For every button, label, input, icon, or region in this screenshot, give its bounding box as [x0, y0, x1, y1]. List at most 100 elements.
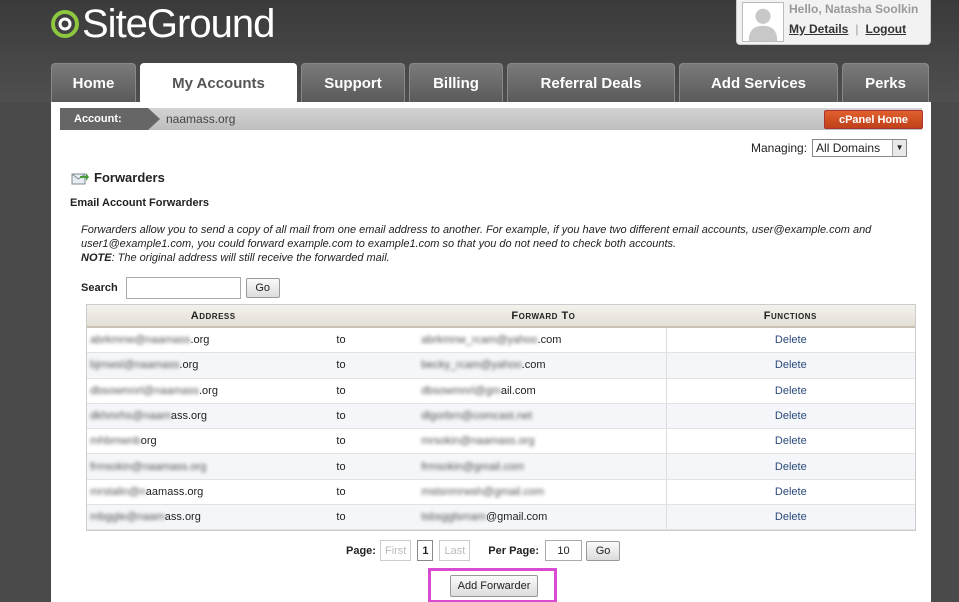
- destination-visible: .com: [521, 359, 546, 372]
- header-functions: Functions: [763, 309, 817, 322]
- tab-my-accounts[interactable]: My Accounts: [140, 63, 297, 102]
- table-header: Address Forward To Functions: [87, 305, 915, 328]
- table-row: dbsowmnrl@naamass.org to dbsowmnrl@gmail.c…: [87, 378, 915, 404]
- table-body: abrkmnw@naamass .org to abrkmnw_rcam@yahoo.…: [87, 328, 915, 531]
- table-row: dkhmrhs@naamass.org to dlgorbrn@comcast.ne…: [87, 403, 915, 430]
- tab-add-services[interactable]: Add Services: [679, 63, 838, 102]
- table-row: mbggle@naamass.org to tsbsgglsmam@gmail.co…: [87, 505, 915, 531]
- delete-link[interactable]: Delete: [775, 334, 807, 346]
- account-bar: Account: naamass.org: [60, 108, 922, 130]
- destination-redacted: tsbsgglsmam: [421, 511, 486, 524]
- forwarder-address: dbsowmnrl@naamass.org: [87, 385, 336, 397]
- table-row: mrstalin@naamass.org to mstsnmrwsh@gmail.c…: [87, 479, 915, 506]
- address-visible: org: [140, 435, 157, 448]
- tab-perks[interactable]: Perks: [842, 63, 929, 102]
- managing-selected-value: All Domains: [816, 141, 881, 155]
- destination-visible: @gmail.com: [486, 511, 548, 524]
- tab-support[interactable]: Support: [301, 63, 405, 102]
- to-label: to: [336, 384, 346, 397]
- forward-destination: mstsnmrwsh@gmail.com: [421, 486, 665, 498]
- address-redacted: frmsokin@naamass.org: [90, 460, 207, 473]
- logout-link[interactable]: Logout: [865, 22, 906, 36]
- delete-link[interactable]: Delete: [775, 435, 807, 447]
- user-greeting: Hello, Natasha Soolkin: [789, 2, 919, 16]
- siteground-logo-icon: [51, 10, 79, 38]
- delete-link[interactable]: Delete: [775, 359, 807, 371]
- search-go-button[interactable]: Go: [245, 278, 280, 298]
- forward-destination: dbsowmnrl@gmail.com: [421, 385, 665, 397]
- destination-redacted: abrkmnw_rcam@yahoo: [421, 334, 538, 347]
- site-header: SiteGround Hello, Natasha Soolkin My Det…: [0, 0, 959, 102]
- to-label: to: [336, 410, 346, 423]
- to-label: to: [336, 511, 346, 524]
- account-name: naamass.org: [166, 112, 236, 126]
- description-text: Forwarders allow you to send a copy of a…: [81, 224, 872, 250]
- destination-redacted: mstsnmrwsh@gmail.com: [421, 485, 545, 498]
- destination-visible: ail.com: [500, 384, 536, 397]
- functions-cell: Delete: [665, 479, 915, 505]
- search-label: Search: [81, 282, 118, 294]
- delete-link[interactable]: Delete: [775, 486, 807, 498]
- destination-redacted: frmsokin@gmail.com: [421, 460, 525, 473]
- section-title: Email Account Forwarders: [70, 197, 209, 209]
- address-visible: ass.org: [170, 410, 207, 423]
- address-redacted: abrkmnw@naamass: [90, 334, 191, 347]
- to-label: to: [336, 485, 346, 498]
- address-visible: .org: [199, 384, 218, 397]
- per-page-input[interactable]: 10: [545, 540, 583, 561]
- destination-redacted: mrsokin@naamass.org: [421, 435, 535, 448]
- functions-cell: Delete: [665, 403, 915, 429]
- forwarder-address: mrstalin@naamass.org: [87, 486, 336, 498]
- cpanel-home-button[interactable]: cPanel Home: [824, 110, 923, 129]
- table-row: mhbmwnborg to mrsokin@naamass.org Delete: [87, 429, 915, 455]
- forwarder-address: mhbmwnborg: [87, 435, 336, 447]
- forwarders-heading: Forwarders: [71, 170, 165, 185]
- forward-destination: mrsokin@naamass.org: [421, 435, 665, 447]
- dropdown-arrow-icon: ▼: [892, 140, 907, 156]
- forwarder-address: bjmwsl@naamass.org: [87, 359, 336, 371]
- address-visible: .org: [179, 359, 199, 372]
- delete-link[interactable]: Delete: [775, 385, 807, 397]
- current-page-button[interactable]: 1: [417, 540, 434, 561]
- to-label: to: [336, 460, 346, 473]
- address-redacted: dbsowmnrl@naamass: [90, 384, 199, 397]
- logo-text: SiteGround: [82, 1, 275, 46]
- first-page-button[interactable]: First: [379, 540, 412, 561]
- functions-cell: Delete: [665, 353, 915, 378]
- address-redacted: dkhmrhs@naam: [90, 410, 171, 423]
- delete-link[interactable]: Delete: [775, 461, 807, 473]
- table-row: bjmwsl@naamass.org to becky_rcam@yahoo.com…: [87, 353, 915, 379]
- account-label: Account:: [60, 108, 160, 130]
- per-page-go-button[interactable]: Go: [586, 540, 621, 561]
- search-bar: Search Go: [81, 277, 280, 299]
- page-label: Page:: [346, 544, 376, 557]
- forwarder-address: mbggle@naamass.org: [87, 511, 336, 523]
- address-redacted: mrstalin@n: [90, 485, 146, 498]
- table-row: frmsokin@naamass.org to frmsokin@gmail.com…: [87, 454, 915, 480]
- managing-select[interactable]: All Domains ▼: [812, 139, 908, 157]
- forward-destination: tsbsgglsmam@gmail.com: [421, 511, 665, 523]
- siteground-logo[interactable]: SiteGround: [50, 1, 275, 46]
- tab-referral-deals[interactable]: Referral Deals: [507, 63, 675, 102]
- delete-link[interactable]: Delete: [775, 410, 807, 422]
- main-nav-tabs: Home My Accounts Support Billing Referra…: [51, 63, 933, 102]
- forwarders-table: Address Forward To Functions abrkmnw@naa…: [86, 304, 916, 532]
- delete-link[interactable]: Delete: [775, 511, 807, 523]
- user-links: My Details | Logout: [789, 22, 906, 36]
- functions-cell: Delete: [665, 429, 915, 454]
- search-input[interactable]: [125, 277, 241, 299]
- managing-label: Managing:: [751, 141, 808, 155]
- header-address: Address: [190, 309, 236, 322]
- forwarder-address: dkhmrhs@naamass.org: [87, 410, 336, 422]
- functions-cell: Delete: [665, 328, 915, 353]
- add-forwarder-button[interactable]: Add Forwarder: [450, 575, 538, 597]
- tab-home[interactable]: Home: [51, 63, 136, 102]
- to-label: to: [336, 334, 346, 347]
- destination-visible: .com: [537, 334, 562, 347]
- tab-billing[interactable]: Billing: [409, 63, 503, 102]
- header-forward-to: Forward To: [511, 309, 576, 322]
- my-details-link[interactable]: My Details: [789, 22, 848, 36]
- last-page-button[interactable]: Last: [439, 540, 471, 561]
- link-separator: |: [855, 22, 859, 36]
- to-label: to: [336, 435, 346, 448]
